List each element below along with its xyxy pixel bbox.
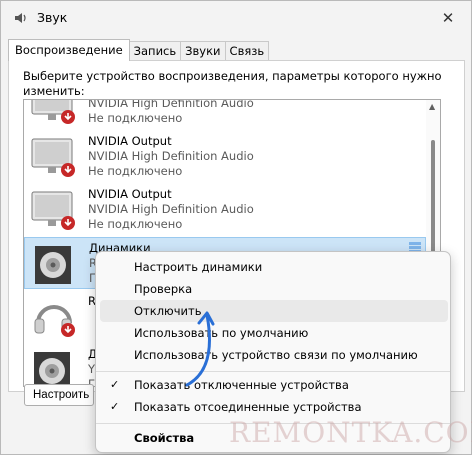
menu-item-label: Настроить динамики [134, 260, 263, 274]
monitor-icon [31, 138, 75, 177]
tab-sounds[interactable]: Звуки [180, 41, 226, 61]
menu-item-set-default[interactable]: Использовать по умолчанию [100, 322, 448, 344]
sound-dialog: Звук ✕ Воспроизведение Запись Звуки Связ… [0, 0, 472, 455]
close-icon: ✕ [441, 9, 455, 27]
device-status: Не подключено [88, 164, 183, 178]
menu-item-set-default-communication[interactable]: Использовать устройство связи по умолчан… [100, 344, 448, 366]
menu-item-label: Использовать по умолчанию [134, 326, 309, 340]
scroll-up-icon[interactable]: ▲ [429, 102, 435, 111]
menu-item-configure-speakers[interactable]: Настроить динамики [100, 256, 448, 278]
menu-item-properties[interactable]: Свойства [100, 427, 448, 449]
headphones-icon [34, 305, 75, 337]
check-icon: ✓ [110, 378, 120, 391]
menu-item-test[interactable]: Проверка [100, 278, 448, 300]
speaker-icon [34, 352, 70, 386]
menu-separator [96, 371, 450, 372]
device-driver: Y [88, 362, 96, 376]
menu-separator [96, 423, 450, 424]
device-name: NVIDIA Output [88, 134, 172, 148]
speaker-icon [35, 246, 71, 284]
tab-communications[interactable]: Связь [224, 41, 270, 61]
menu-item-label: Показать отключенные устройства [134, 378, 349, 392]
menu-item-label: Свойства [134, 431, 195, 445]
tab-strip: Воспроизведение Запись Звуки Связь [8, 39, 270, 61]
monitor-icon [31, 100, 75, 124]
device-status: Не подключено [88, 111, 183, 125]
check-icon: ✓ [110, 400, 120, 413]
scroll-thumb[interactable] [431, 140, 435, 256]
device-driver: NVIDIA High Definition Audio [88, 202, 254, 216]
menu-item-label: Отключить [134, 304, 202, 318]
menu-item-label: Проверка [134, 282, 193, 296]
menu-item-disable[interactable]: Отключить [100, 300, 448, 322]
device-name: NVIDIA Output [88, 187, 172, 201]
speaker-icon [15, 13, 26, 23]
device-item[interactable]: NVIDIA Output NVIDIA High Definition Aud… [24, 131, 426, 183]
device-item[interactable]: NVIDIA High Definition Audio Не подключе… [24, 99, 426, 130]
device-driver: NVIDIA High Definition Audio [88, 99, 254, 110]
close-button[interactable]: ✕ [425, 1, 471, 35]
monitor-icon [31, 191, 75, 230]
configure-button[interactable]: Настроить [24, 384, 94, 406]
device-driver: NVIDIA High Definition Audio [88, 149, 254, 163]
tab-playback[interactable]: Воспроизведение [8, 39, 130, 61]
menu-item-label: Использовать устройство связи по умолчан… [134, 348, 418, 362]
menu-item-show-disabled[interactable]: ✓ Показать отключенные устройства [100, 374, 448, 396]
tab-recording[interactable]: Запись [128, 41, 182, 61]
menu-item-label: Показать отсоединенные устройства [134, 400, 362, 414]
window-title: Звук [37, 10, 68, 25]
title-bar: Звук ✕ [1, 1, 471, 35]
instruction-text: Выберите устройство воспроизведения, пар… [23, 69, 442, 98]
context-menu: Настроить динамики Проверка Отключить Ис… [95, 251, 451, 453]
device-status: Не подключено [88, 217, 183, 231]
device-item[interactable]: NVIDIA Output NVIDIA High Definition Aud… [24, 184, 426, 236]
menu-item-show-disconnected[interactable]: ✓ Показать отсоединенные устройства [100, 396, 448, 418]
configure-button-label: Настроить [33, 389, 90, 401]
